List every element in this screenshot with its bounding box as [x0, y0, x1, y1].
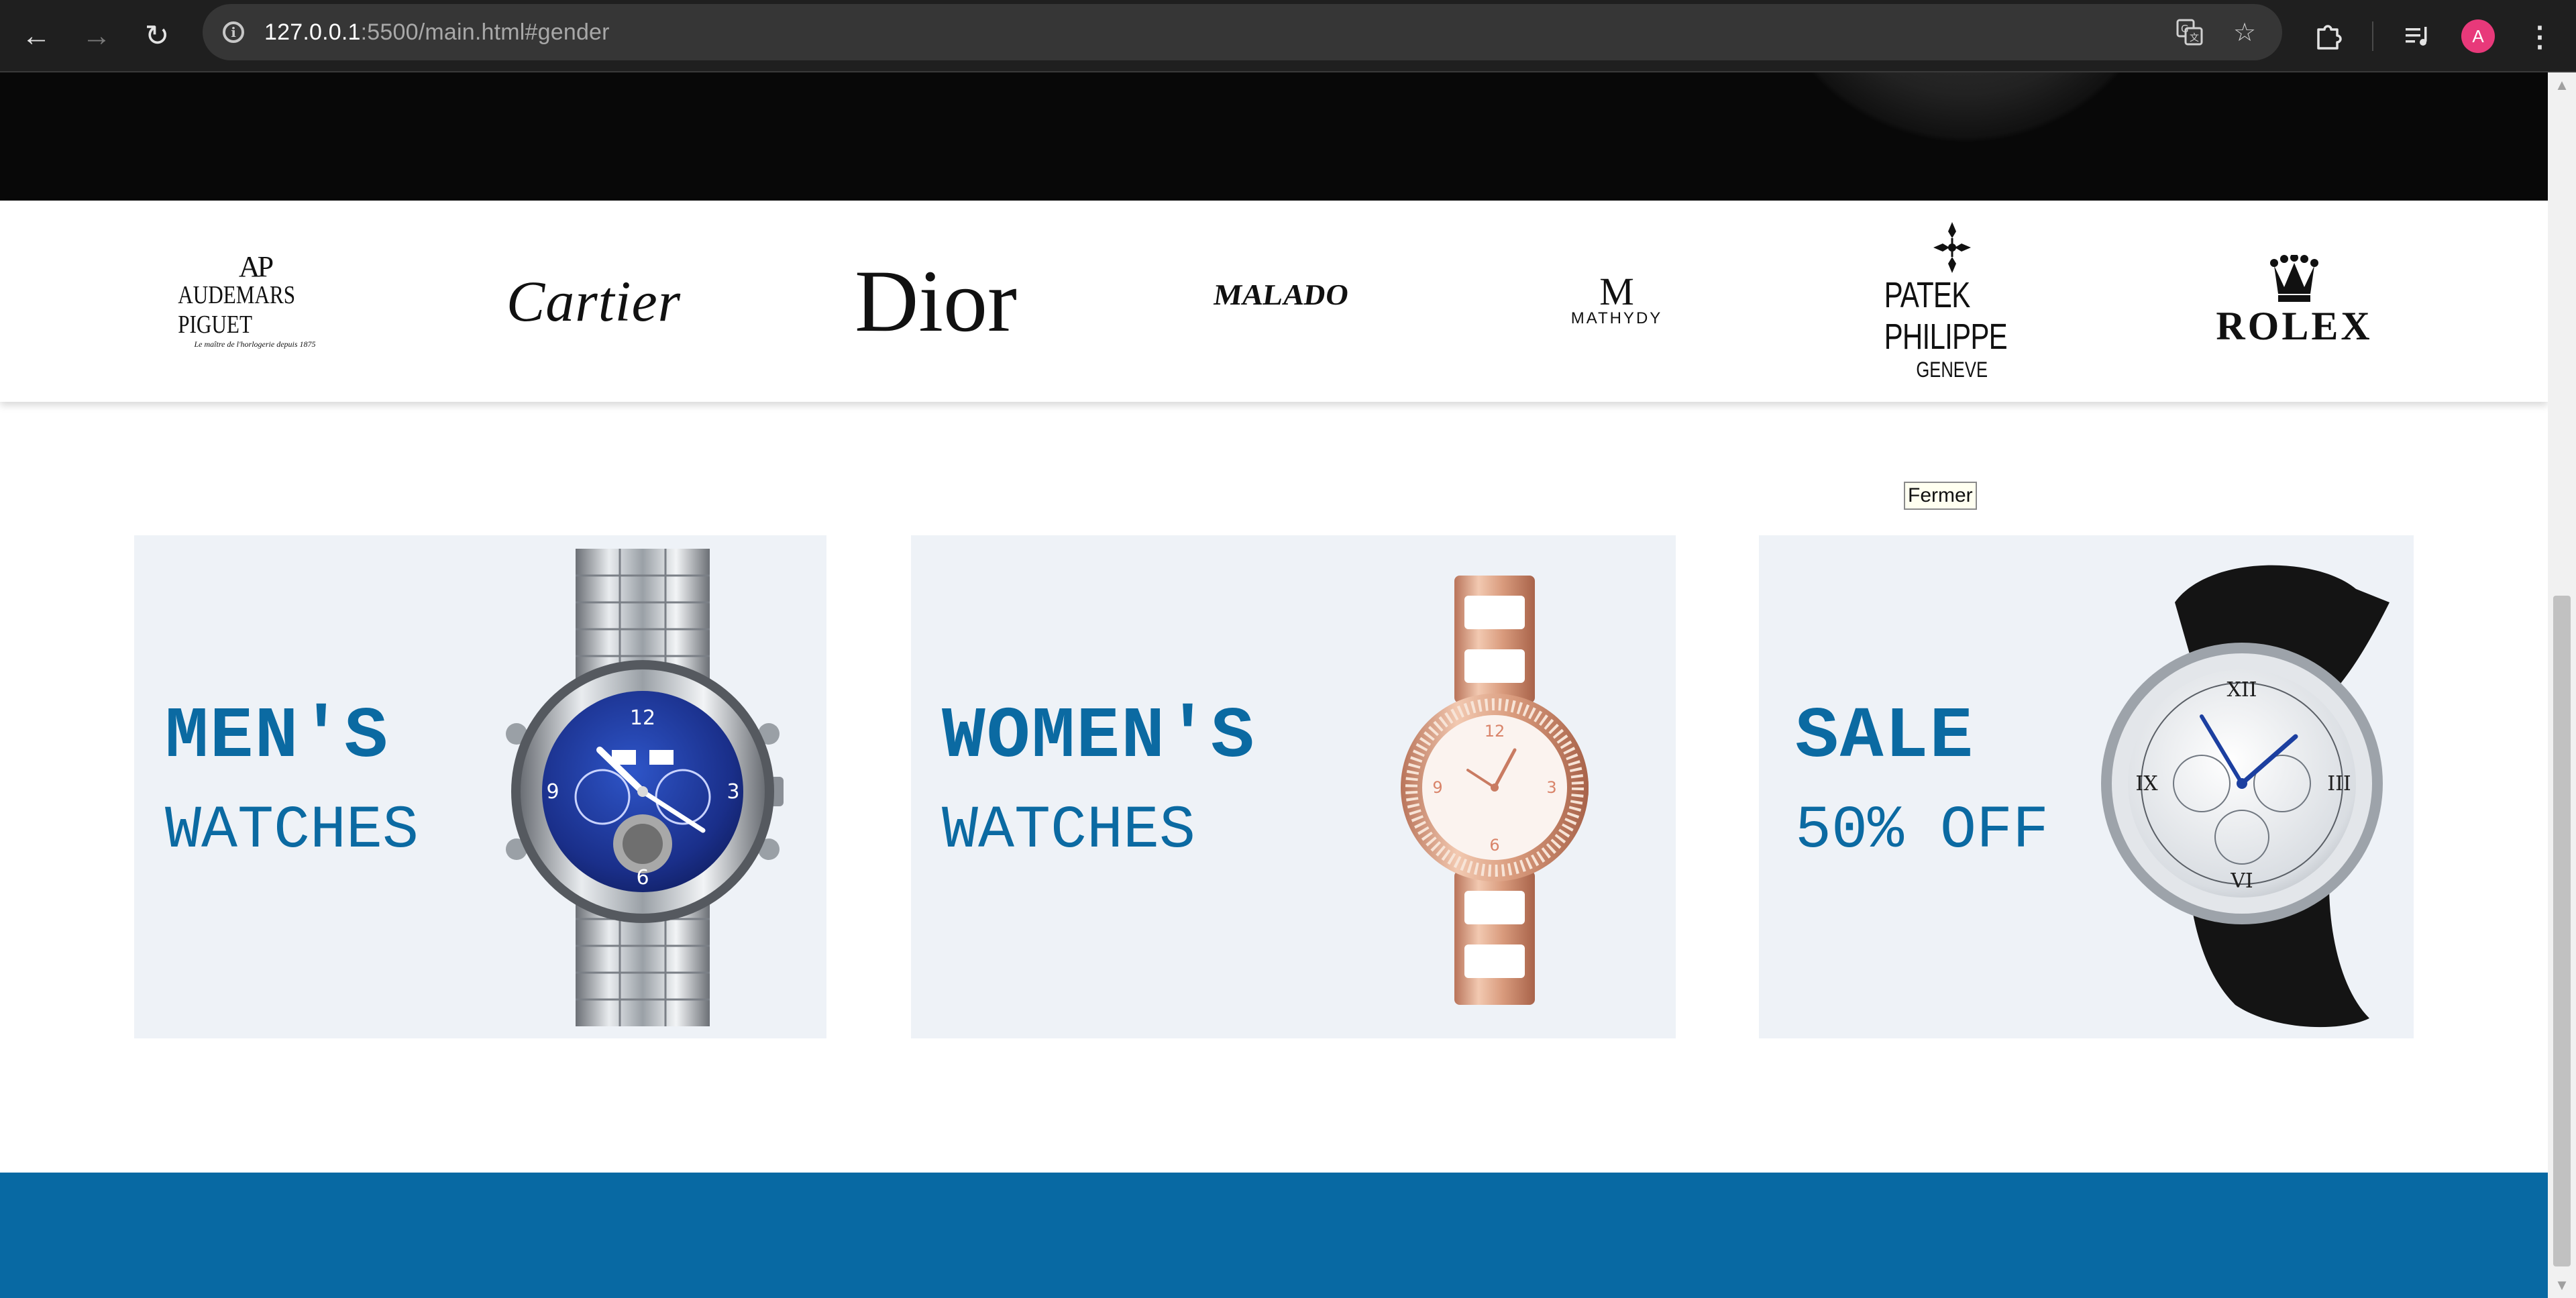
cartier-name: Cartier	[506, 269, 682, 333]
svg-text:9: 9	[546, 780, 559, 804]
svg-text:6: 6	[636, 866, 649, 889]
womens-card-subtitle: WATCHES	[942, 797, 1196, 865]
hero-watch-image	[1778, 72, 2153, 153]
brand-logo-dior[interactable]: Dior	[845, 201, 1026, 402]
translate-button[interactable]: G 文	[2171, 13, 2208, 51]
scroll-up-icon[interactable]: ▲	[2553, 76, 2571, 94]
page-scrollbar[interactable]: ▲ ▼	[2548, 72, 2576, 1298]
svg-text:9: 9	[1432, 778, 1442, 797]
brand-logo-mathydy[interactable]: M MATHYDY	[1563, 201, 1670, 402]
svg-text:3: 3	[1546, 778, 1556, 797]
playlist-icon	[2406, 27, 2427, 46]
svg-text:IX: IX	[2135, 772, 2158, 796]
avatar: A	[2461, 19, 2495, 53]
brand-logo-patek-philippe[interactable]: PATEK PHILIPPE GENEVE	[1865, 201, 2039, 402]
svg-text:文: 文	[2190, 33, 2199, 44]
dior-name: Dior	[855, 252, 1017, 350]
browser-menu-button[interactable]: ⋮	[2517, 13, 2563, 59]
svg-text:G: G	[2181, 23, 2189, 35]
url-path: :5500/main.html#gender	[360, 19, 610, 45]
patek-philippe-city: GENEVE	[1916, 357, 1988, 382]
media-controls-button[interactable]	[2395, 13, 2440, 59]
hero-section	[0, 72, 2548, 201]
svg-text:VI: VI	[2230, 869, 2253, 893]
info-icon: i	[223, 21, 244, 43]
sale-card-subtitle: 50% OFF	[1795, 797, 2049, 865]
audemars-piguet-name: AUDEMARS PIGUET	[178, 280, 296, 339]
arrow-left-icon: ←	[21, 19, 51, 52]
brand-logo-rolex[interactable]: ROLEX	[2207, 201, 2381, 402]
bookmark-button[interactable]: ☆	[2226, 13, 2263, 51]
footer-band	[0, 1173, 2548, 1298]
back-button[interactable]: ←	[13, 13, 59, 59]
sale-card[interactable]: SALE 50% OFF XII III VI IX	[1759, 535, 2414, 1038]
audemars-piguet-tagline: Le maître de l'horlogerie depuis 1875	[194, 339, 316, 349]
calatrava-cross-icon	[1933, 221, 1971, 273]
brand-logo-audemars-piguet[interactable]: AP AUDEMARS PIGUET Le maître de l'horlog…	[161, 201, 349, 402]
browser-toolbar: ← → ↻ i 127.0.0.1:5500/main.html#gender …	[0, 0, 2576, 72]
brand-logo-malado[interactable]: MALADO	[1208, 201, 1355, 402]
tooltip: Fermer	[1904, 482, 1977, 510]
mathydy-monogram: M	[1599, 270, 1634, 313]
svg-text:6: 6	[1489, 836, 1499, 855]
womens-watches-card[interactable]: WOMEN'S WATCHES 12 3 6 9	[911, 535, 1676, 1038]
mens-watches-card[interactable]: MEN'S WATCHES 12 3 6 9	[134, 535, 826, 1038]
forward-button[interactable]: →	[74, 13, 119, 59]
address-bar[interactable]: i 127.0.0.1:5500/main.html#gender G 文 ☆	[203, 4, 2282, 60]
svg-text:12: 12	[630, 706, 655, 730]
url-text[interactable]: 127.0.0.1:5500/main.html#gender	[264, 4, 610, 60]
crown-icon	[2270, 255, 2318, 302]
puzzle-icon	[2317, 25, 2342, 50]
womens-watch-image: 12 3 6 9	[1401, 576, 1589, 1005]
svg-text:XII: XII	[2226, 678, 2257, 702]
extensions-button[interactable]	[2305, 13, 2351, 59]
url-host: 127.0.0.1	[264, 19, 361, 45]
reload-icon: ↻	[144, 19, 170, 52]
site-info-button[interactable]: i	[215, 13, 252, 51]
brand-logos-strip: AP AUDEMARS PIGUET Le maître de l'horlog…	[0, 201, 2548, 402]
reload-button[interactable]: ↻	[134, 13, 180, 59]
mens-watch-image: 12 3 6 9	[506, 549, 784, 1026]
womens-card-title: WOMEN'S	[942, 696, 1256, 778]
mathydy-name: MATHYDY	[1570, 309, 1663, 327]
malado-name: MALADO	[1212, 278, 1351, 311]
mens-card-subtitle: WATCHES	[165, 797, 419, 865]
toolbar-divider	[2372, 21, 2373, 51]
audemars-piguet-monogram: AP	[238, 250, 274, 283]
star-icon: ☆	[2233, 18, 2257, 47]
brand-logo-cartier[interactable]: Cartier	[506, 201, 680, 402]
arrow-right-icon: →	[82, 19, 111, 52]
sale-watch-image: XII III VI IX	[2101, 565, 2390, 1028]
patek-philippe-name: PATEK PHILIPPE	[1884, 274, 2008, 357]
page-viewport: AP AUDEMARS PIGUET Le maître de l'horlog…	[0, 72, 2548, 1298]
profile-button[interactable]: A	[2455, 13, 2501, 59]
translate-icon: G 文	[2176, 19, 2203, 46]
mens-card-title: MEN'S	[165, 696, 390, 778]
sale-card-title: SALE	[1795, 696, 1975, 778]
category-cards: MEN'S WATCHES 12 3 6 9 WOMEN'S WATCHES 1…	[0, 535, 2548, 1038]
svg-text:3: 3	[727, 780, 739, 804]
svg-text:12: 12	[1485, 722, 1505, 741]
kebab-menu-icon: ⋮	[2526, 20, 2554, 52]
svg-text:III: III	[2327, 772, 2351, 796]
scrollbar-thumb[interactable]	[2553, 596, 2571, 1266]
rolex-name: ROLEX	[2216, 304, 2373, 348]
scroll-down-icon[interactable]: ▼	[2553, 1277, 2571, 1294]
